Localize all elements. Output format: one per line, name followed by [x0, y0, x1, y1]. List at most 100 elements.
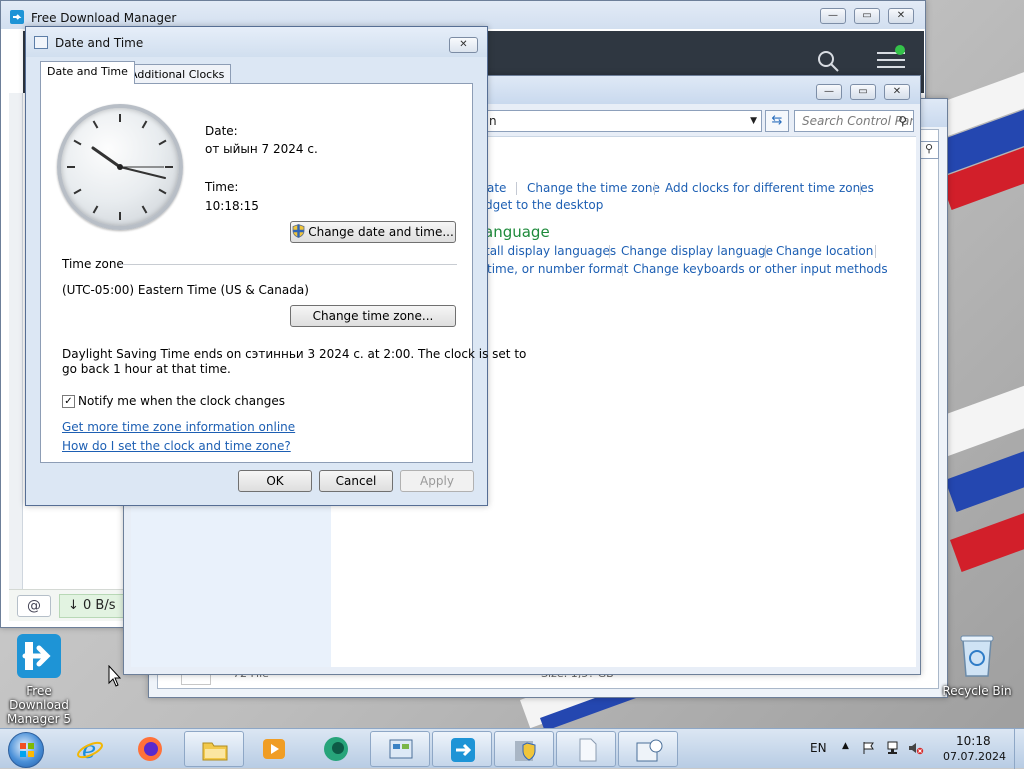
fdm-app-icon — [10, 10, 24, 24]
input-language[interactable]: EN — [810, 741, 827, 755]
divider — [516, 182, 517, 195]
address-bar[interactable]: n ▼ — [484, 110, 762, 132]
close-button[interactable]: ✕ — [449, 37, 478, 53]
search-input[interactable]: Search Control Panel ⚲ — [794, 110, 914, 132]
close-button[interactable]: ✕ — [884, 84, 910, 100]
link-change-keyboards[interactable]: Change keyboards or other input methods — [633, 262, 888, 276]
installer-shield-icon — [515, 741, 536, 761]
firefox-icon — [138, 737, 162, 761]
action-center-flag-icon[interactable] — [862, 741, 876, 755]
time-zone-value: (UTC-05:00) Eastern Time (US & Canada) — [62, 283, 309, 297]
calendar-clock-icon — [636, 739, 663, 762]
calendar-clock-icon — [34, 36, 48, 49]
start-button[interactable] — [8, 732, 44, 768]
fdm-statusbar: @ ↓ 0 B/s — [9, 589, 129, 621]
divider — [654, 182, 655, 195]
notification-dot — [895, 45, 905, 55]
address-text: n — [489, 114, 497, 128]
link-set-date[interactable]: ate — [487, 181, 506, 195]
snail-mode-button[interactable]: @ — [17, 595, 51, 617]
fdm-app-icon — [17, 634, 61, 678]
desktop-icon-recycle-bin[interactable]: Recycle Bin — [942, 632, 1012, 698]
fdm-sidebar — [9, 93, 23, 593]
close-button[interactable]: ✕ — [888, 8, 914, 24]
maximize-button[interactable]: ▭ — [850, 84, 876, 100]
link-how-to-set-clock[interactable]: How do I set the clock and time zone? — [62, 439, 291, 453]
show-desktop-button[interactable] — [1014, 729, 1024, 769]
taskbar-clock-time[interactable]: 10:18 — [956, 734, 991, 748]
change-time-zone-button[interactable]: Change time zone... — [290, 305, 456, 327]
taskbar-security-installer[interactable] — [494, 731, 554, 767]
time-zone-heading: Time zone — [62, 257, 124, 271]
apply-button[interactable]: Apply — [400, 470, 474, 492]
link-install-languages[interactable]: tall display languages — [485, 244, 616, 258]
heading-region-language[interactable]: anguage — [484, 223, 550, 241]
network-icon[interactable] — [886, 741, 900, 755]
link-add-clocks[interactable]: Add clocks for different time zones — [665, 181, 874, 195]
control-panel-icon — [389, 739, 413, 759]
desktop-icon-fdm[interactable]: Free Download Manager 5 — [4, 632, 74, 726]
link-change-display-language[interactable]: Change display language — [621, 244, 773, 258]
green-app-icon — [324, 737, 348, 761]
link-more-time-zone-info[interactable]: Get more time zone information online — [62, 420, 295, 434]
taskbar-internet-explorer[interactable]: e — [60, 731, 120, 767]
search-icon[interactable]: ⚲ — [898, 111, 907, 131]
cancel-button[interactable]: Cancel — [319, 470, 393, 492]
dst-info-line2: go back 1 hour at that time. — [62, 362, 231, 376]
date-time-dialog[interactable]: Date and Time ✕ Date and Time Additional… — [25, 26, 526, 506]
download-speed: ↓ 0 B/s — [59, 594, 129, 618]
time-value: 10:18:15 — [205, 199, 259, 213]
maximize-button[interactable]: ▭ — [854, 8, 880, 24]
volume-muted-icon[interactable] — [908, 741, 924, 755]
desktop-icon-label-line1: Free — [26, 684, 52, 698]
divider — [765, 245, 766, 258]
taskbar-firefox[interactable] — [120, 731, 180, 767]
notify-checkbox-label[interactable]: Notify me when the clock changes — [78, 394, 285, 408]
link-change-format[interactable]: time, or number format — [487, 262, 629, 276]
dst-info-line1: Daylight Saving Time ends on сэтинньи 3 … — [62, 347, 527, 361]
taskbar-media-player[interactable] — [244, 731, 304, 767]
uac-shield-icon — [292, 224, 305, 238]
fdm-app-icon — [451, 738, 475, 762]
taskbar-control-panel[interactable] — [370, 731, 430, 767]
fdm-title: Free Download Manager — [31, 11, 177, 25]
taskbar-green-app[interactable] — [306, 731, 366, 767]
chevron-down-icon[interactable]: ▼ — [750, 111, 757, 131]
taskbar-blank-document[interactable] — [556, 731, 616, 767]
taskbar-date-time[interactable] — [618, 731, 678, 767]
divider — [609, 245, 610, 258]
tab-date-and-time[interactable]: Date and Time — [40, 61, 135, 84]
minimize-button[interactable]: — — [816, 84, 842, 100]
folder-icon — [202, 742, 228, 761]
change-date-time-label: Change date and time... — [308, 225, 454, 239]
analog-clock-icon — [57, 104, 183, 230]
minimize-button[interactable]: — — [820, 8, 846, 24]
dialog-title: Date and Time — [55, 36, 144, 50]
search-icon[interactable]: ⚲ — [919, 141, 939, 159]
date-value: от ыйын 7 2024 с. — [205, 142, 318, 156]
mouse-cursor-icon — [108, 665, 122, 687]
show-hidden-icons[interactable]: ▲ — [842, 741, 849, 751]
time-label: Time: — [205, 180, 239, 194]
taskbar-file-explorer[interactable] — [184, 731, 244, 767]
tab-additional-clocks[interactable]: Additional Clocks — [123, 64, 232, 85]
search-placeholder: Search Control Panel — [802, 114, 913, 128]
desktop-icon-label-line2: Download — [9, 698, 69, 712]
taskbar-free-download-manager[interactable] — [432, 731, 492, 767]
refresh-icon[interactable]: ⇆ — [765, 110, 789, 132]
recycle-bin-icon — [960, 635, 994, 677]
link-gadget[interactable]: dget to the desktop — [485, 198, 603, 212]
ok-button[interactable]: OK — [238, 470, 312, 492]
document-icon — [579, 738, 597, 762]
taskbar: e EN ▲ 10:18 07.07.2024 — [0, 728, 1024, 769]
link-change-location[interactable]: Change location — [776, 244, 873, 258]
link-change-time-zone[interactable]: Change the time zone — [527, 181, 660, 195]
taskbar-clock-date[interactable]: 07.07.2024 — [943, 750, 1006, 763]
change-date-time-button[interactable]: Change date and time... — [290, 221, 456, 243]
desktop-icon-label: Recycle Bin — [942, 684, 1012, 698]
divider — [121, 264, 457, 265]
notify-checkbox[interactable]: ✓ — [62, 395, 75, 408]
tab-panel: Date: от ыйын 7 2024 с. Time: 10:18:15 C… — [40, 83, 526, 463]
divider — [860, 182, 861, 195]
search-icon[interactable] — [816, 49, 840, 73]
